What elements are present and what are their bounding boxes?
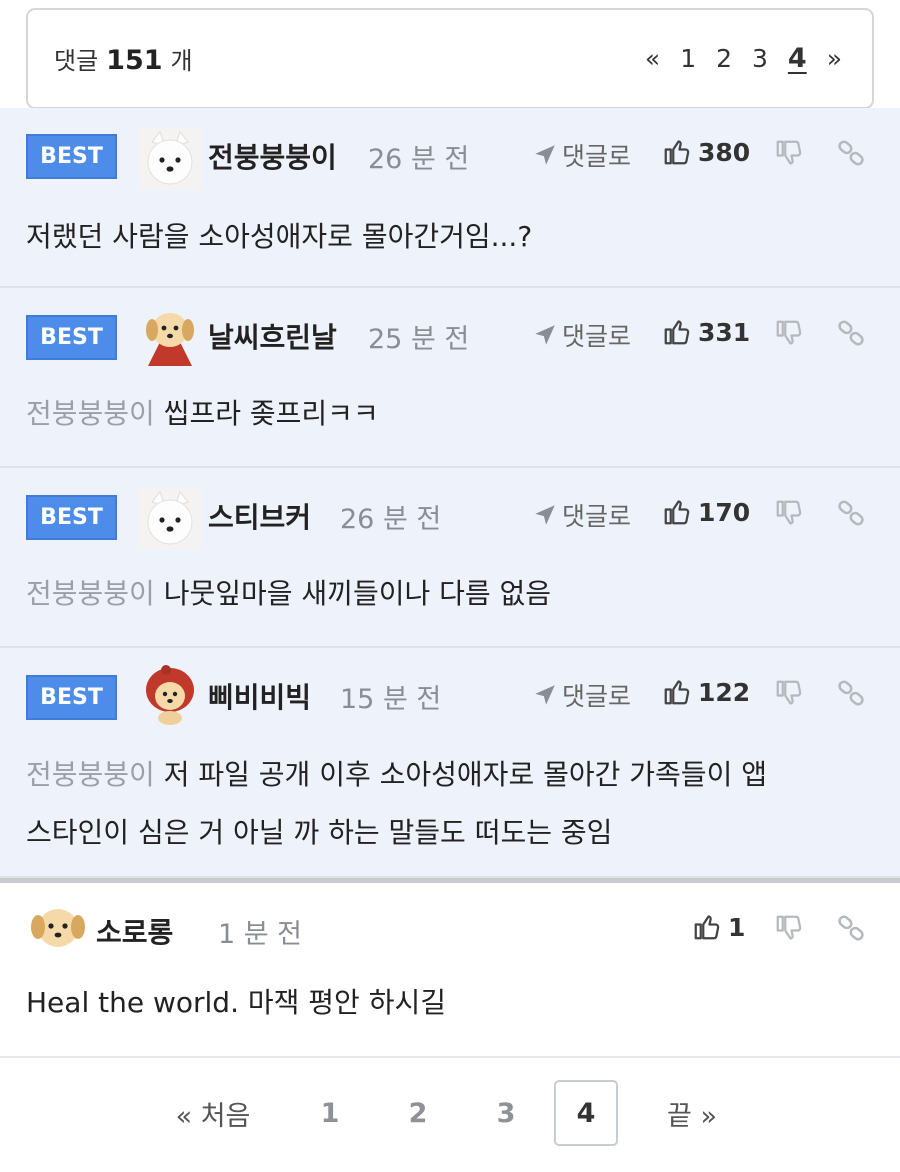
reply-arrow-icon xyxy=(532,322,558,348)
reply-arrow-icon xyxy=(532,502,558,528)
comment-body: 전붕붕붕이 나뭇잎마을 새끼들이나 다름 없음 xyxy=(26,565,876,623)
comment-author[interactable]: 삐비비빅 xyxy=(208,676,311,716)
comment-text: 저랬던 사람을 소아성애자로 몰아간거임...? xyxy=(26,220,533,253)
best-badge: BEST xyxy=(26,675,117,720)
link-icon[interactable] xyxy=(836,678,866,708)
pager-first-button[interactable]: « 처음 xyxy=(168,1080,258,1146)
comment-body: Heal the world. 마잭 평안 하시길 xyxy=(26,974,876,1032)
avatar-white-dog-icon[interactable] xyxy=(138,488,202,550)
comment-text: Heal the world. 마잭 평안 하시길 xyxy=(26,986,446,1019)
avatar-puppy-cape-icon[interactable] xyxy=(138,304,202,366)
like-button[interactable]: 122 xyxy=(662,677,750,707)
top-pager-page-4-current[interactable]: 4 xyxy=(788,43,807,74)
reply-label: 댓글로 xyxy=(562,682,632,711)
comment: 소로롱 1 분 전 1 Heal the world. 마잭 평안 하시길 xyxy=(0,883,900,1058)
reply-label: 댓글로 xyxy=(562,142,632,171)
like-button[interactable]: 170 xyxy=(662,497,750,527)
comment-author[interactable]: 스티브커 xyxy=(208,496,311,536)
reply-label: 댓글로 xyxy=(562,502,632,531)
avatar-puppy-red-hood-icon[interactable] xyxy=(138,664,202,726)
pager-last-button[interactable]: 끝 » xyxy=(660,1080,724,1146)
thumbs-up-icon xyxy=(692,912,722,942)
top-pager-prev[interactable]: « xyxy=(645,44,660,73)
comment-body: 전붕붕붕이 저 파일 공개 이후 소아성애자로 몰아간 가족들이 앱 스타인이 … xyxy=(26,746,876,862)
thumbs-up-icon xyxy=(662,137,692,167)
pager-page-1[interactable]: 1 xyxy=(310,1080,350,1146)
link-icon[interactable] xyxy=(836,498,866,528)
comment-time: 26 분 전 xyxy=(368,144,470,175)
best-comment: BEST 스티브커 26 분 전 댓글로 170 전붕붕붕이 나뭇잎마을 새끼들… xyxy=(0,468,900,648)
reply-arrow-icon xyxy=(532,682,558,708)
thumbs-up-icon xyxy=(662,497,692,527)
like-button[interactable]: 331 xyxy=(662,317,750,347)
reply-label: 댓글로 xyxy=(562,322,632,351)
comment-count-unit: 개 xyxy=(170,47,193,75)
best-badge: BEST xyxy=(26,315,117,360)
comment-author[interactable]: 날씨흐린날 xyxy=(208,316,337,356)
comment-time: 25 분 전 xyxy=(368,324,470,355)
like-button[interactable]: 380 xyxy=(662,137,750,167)
comments-header: 댓글 151 개 « 1 2 3 4 » xyxy=(26,8,874,109)
comment-line-1: 전붕붕붕이 저 파일 공개 이후 소아성애자로 몰아간 가족들이 앱 xyxy=(26,746,876,804)
like-button[interactable]: 1 xyxy=(692,912,745,942)
reply-button[interactable]: 댓글로 xyxy=(532,677,631,713)
thumbs-down-icon[interactable] xyxy=(774,678,804,708)
comment-text: 저 파일 공개 이후 소아성애자로 몰아간 가족들이 앱 xyxy=(163,758,767,791)
mention-tag[interactable]: 전붕붕붕이 xyxy=(26,758,155,791)
thumbs-down-icon[interactable] xyxy=(774,138,804,168)
comment-text: 나뭇잎마을 새끼들이나 다름 없음 xyxy=(163,577,552,610)
best-comment: BEST 전붕붕붕이 26 분 전 댓글로 380 저랬던 사람을 소아성애자로… xyxy=(0,108,900,288)
comment-time: 1 분 전 xyxy=(218,919,303,950)
link-icon[interactable] xyxy=(836,318,866,348)
pager-page-3[interactable]: 3 xyxy=(486,1080,526,1146)
thumbs-down-icon[interactable] xyxy=(774,913,804,943)
comment-time: 15 분 전 xyxy=(340,684,442,715)
top-pager-page-1[interactable]: 1 xyxy=(680,44,696,73)
top-pager-next[interactable]: » xyxy=(827,44,842,73)
best-badge: BEST xyxy=(26,495,117,540)
best-badge: BEST xyxy=(26,134,117,179)
comment-author[interactable]: 소로롱 xyxy=(96,911,173,951)
top-pager-page-3[interactable]: 3 xyxy=(752,44,768,73)
reply-button[interactable]: 댓글로 xyxy=(532,497,631,533)
top-pager-page-2[interactable]: 2 xyxy=(716,44,732,73)
reply-button[interactable]: 댓글로 xyxy=(532,137,631,173)
best-comment: BEST 날씨흐린날 25 분 전 댓글로 331 전붕붕붕이 씹프라 좆프리ㅋ… xyxy=(0,288,900,468)
bottom-pagination: « 처음 1 2 3 4 끝 » xyxy=(0,1080,900,1148)
reply-arrow-icon xyxy=(532,142,558,168)
thumbs-down-icon[interactable] xyxy=(774,498,804,528)
comment-time: 26 분 전 xyxy=(340,504,442,535)
top-pagination: « 1 2 3 4 » xyxy=(645,43,842,74)
best-comment: BEST 삐비비빅 15 분 전 댓글로 122 전붕붕붕이 저 파일 공개 이… xyxy=(0,648,900,878)
like-count: 380 xyxy=(698,137,751,167)
avatar-yellow-puppy-icon[interactable] xyxy=(26,897,90,959)
pager-page-2[interactable]: 2 xyxy=(398,1080,438,1146)
comment-count-label: 댓글 xyxy=(54,47,99,75)
comment-author[interactable]: 전붕붕붕이 xyxy=(208,136,337,176)
avatar-white-dog-icon[interactable] xyxy=(138,128,202,190)
link-icon[interactable] xyxy=(836,913,866,943)
comment-count: 댓글 151 개 xyxy=(54,41,193,76)
comment-body: 저랬던 사람을 소아성애자로 몰아간거임...? xyxy=(26,208,876,266)
link-icon[interactable] xyxy=(836,138,866,168)
mention-tag[interactable]: 전붕붕붕이 xyxy=(26,397,155,430)
like-count: 122 xyxy=(698,677,751,707)
comment-count-value: 151 xyxy=(106,45,163,76)
comment-body: 전붕붕붕이 씹프라 좆프리ㅋㅋ xyxy=(26,385,876,443)
comment-text: 씹프라 좆프리ㅋㅋ xyxy=(163,397,379,430)
thumbs-down-icon[interactable] xyxy=(774,318,804,348)
like-count: 331 xyxy=(698,317,751,347)
thumbs-up-icon xyxy=(662,677,692,707)
pager-page-4-current[interactable]: 4 xyxy=(554,1080,618,1146)
thumbs-up-icon xyxy=(662,317,692,347)
mention-tag[interactable]: 전붕붕붕이 xyxy=(26,577,155,610)
like-count: 1 xyxy=(728,912,746,942)
reply-button[interactable]: 댓글로 xyxy=(532,317,631,353)
like-count: 170 xyxy=(698,497,751,527)
comment-line-2: 스타인이 심은 거 아닐 까 하는 말들도 떠도는 중임 xyxy=(26,816,613,849)
